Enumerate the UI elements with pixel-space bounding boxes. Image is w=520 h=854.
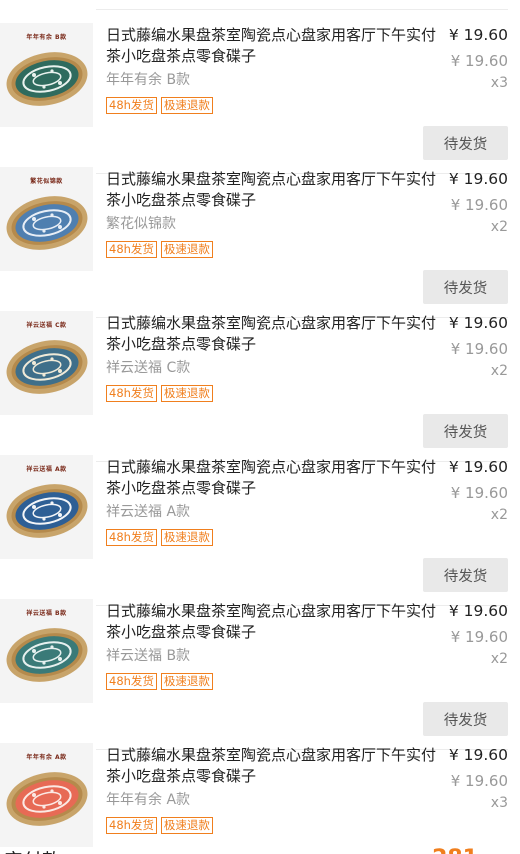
plate-image <box>6 772 88 826</box>
service-tags: 48h发货 极速退款 <box>106 529 213 546</box>
order-item[interactable]: 繁花似锦款 日式藤编水果盘茶室陶瓷点心盘家用客厅下午实付茶小吃盘茶点零食碟子 ¥ 1… <box>0 157 520 318</box>
order-item[interactable]: 祥云送福 A款 日式藤编水果盘茶室陶瓷点心盘家用客厅下午实付茶小吃盘茶点零食碟子 ¥… <box>0 445 520 606</box>
status-button[interactable]: 待发货 <box>423 558 508 592</box>
order-item[interactable]: 祥云送福 B款 日式藤编水果盘茶室陶瓷点心盘家用客厅下午实付茶小吃盘茶点零食碟子 ¥… <box>0 589 520 750</box>
service-tags: 48h发货 极速退款 <box>106 97 213 114</box>
original-price: ¥ 19.60 <box>450 772 508 790</box>
variant-label: 年年有余 A款 <box>106 792 191 808</box>
price: ¥ 19.60 <box>448 26 508 44</box>
quantity: x2 <box>490 363 508 379</box>
quantity: x2 <box>490 507 508 523</box>
product-thumbnail[interactable]: 年年有余 B款 <box>0 23 93 127</box>
product-title[interactable]: 日式藤编水果盘茶室陶瓷点心盘家用客厅下午实付茶小吃盘茶点零食碟子 <box>106 601 441 643</box>
variant-label: 祥云送福 A款 <box>106 504 191 520</box>
original-price: ¥ 19.60 <box>450 484 508 502</box>
service-tag: 48h发货 <box>106 385 157 402</box>
original-price: ¥ 19.60 <box>450 196 508 214</box>
service-tag: 48h发货 <box>106 529 157 546</box>
original-price: ¥ 19.60 <box>450 340 508 358</box>
status-button[interactable]: 待发货 <box>423 270 508 304</box>
product-title[interactable]: 日式藤编水果盘茶室陶瓷点心盘家用客厅下午实付茶小吃盘茶点零食碟子 <box>106 25 441 67</box>
service-tag: 48h发货 <box>106 817 157 834</box>
service-tag: 48h发货 <box>106 241 157 258</box>
quantity: x2 <box>490 219 508 235</box>
plate-image <box>6 484 88 538</box>
product-thumbnail[interactable]: 年年有余 A款 <box>0 743 93 847</box>
plate-image <box>6 628 88 682</box>
product-title[interactable]: 日式藤编水果盘茶室陶瓷点心盘家用客厅下午实付茶小吃盘茶点零食碟子 <box>106 313 441 355</box>
price: ¥ 19.60 <box>448 458 508 476</box>
thumbnail-label: 祥云送福 C款 <box>26 322 67 329</box>
service-tag: 极速退款 <box>160 385 213 402</box>
order-item[interactable]: 年年有余 B款 日式藤编水果盘茶室陶瓷点心盘家用客厅下午实付茶小吃盘茶点零食碟子 ¥… <box>0 13 520 174</box>
divider <box>96 9 508 10</box>
thumbnail-label: 年年有余 B款 <box>26 34 67 41</box>
order-item[interactable]: 祥云送福 C款 日式藤编水果盘茶室陶瓷点心盘家用客厅下午实付茶小吃盘茶点零食碟子 ¥… <box>0 301 520 462</box>
variant-label: 年年有余 B款 <box>106 72 191 88</box>
service-tags: 48h发货 极速退款 <box>106 385 213 402</box>
status-button[interactable]: 待发货 <box>423 702 508 736</box>
product-thumbnail[interactable]: 祥云送福 B款 <box>0 599 93 703</box>
plate-image <box>6 196 88 250</box>
service-tag: 极速退款 <box>160 97 213 114</box>
service-tag: 极速退款 <box>160 817 213 834</box>
service-tag: 48h发货 <box>106 97 157 114</box>
plate-image <box>6 340 88 394</box>
payment-footer: 实付款 281 <box>0 836 520 854</box>
original-price: ¥ 19.60 <box>450 628 508 646</box>
plate-image <box>6 52 88 106</box>
price: ¥ 19.60 <box>448 170 508 188</box>
product-thumbnail[interactable]: 繁花似锦款 <box>0 167 93 271</box>
original-price: ¥ 19.60 <box>450 52 508 70</box>
thumbnail-label: 繁花似锦款 <box>30 178 63 185</box>
price: ¥ 19.60 <box>448 602 508 620</box>
price: ¥ 19.60 <box>448 314 508 332</box>
product-title[interactable]: 日式藤编水果盘茶室陶瓷点心盘家用客厅下午实付茶小吃盘茶点零食碟子 <box>106 457 441 499</box>
thumbnail-label: 年年有余 A款 <box>26 754 67 761</box>
product-title[interactable]: 日式藤编水果盘茶室陶瓷点心盘家用客厅下午实付茶小吃盘茶点零食碟子 <box>106 169 441 211</box>
thumbnail-label: 祥云送福 B款 <box>26 610 67 617</box>
service-tag: 极速退款 <box>160 529 213 546</box>
service-tag: 极速退款 <box>160 241 213 258</box>
price: ¥ 19.60 <box>448 746 508 764</box>
variant-label: 祥云送福 C款 <box>106 360 191 376</box>
variant-label: 祥云送福 B款 <box>106 648 191 664</box>
status-button[interactable]: 待发货 <box>423 126 508 160</box>
status-button[interactable]: 待发货 <box>423 414 508 448</box>
product-thumbnail[interactable]: 祥云送福 A款 <box>0 455 93 559</box>
footer-total: 281 <box>432 846 478 854</box>
footer-label: 实付款 <box>4 846 61 854</box>
quantity: x3 <box>490 795 508 811</box>
service-tag: 极速退款 <box>160 673 213 690</box>
quantity: x2 <box>490 651 508 667</box>
variant-label: 繁花似锦款 <box>106 216 176 232</box>
product-title[interactable]: 日式藤编水果盘茶室陶瓷点心盘家用客厅下午实付茶小吃盘茶点零食碟子 <box>106 745 441 787</box>
service-tag: 48h发货 <box>106 673 157 690</box>
quantity: x3 <box>490 75 508 91</box>
thumbnail-label: 祥云送福 A款 <box>26 466 67 473</box>
product-thumbnail[interactable]: 祥云送福 C款 <box>0 311 93 415</box>
service-tags: 48h发货 极速退款 <box>106 673 213 690</box>
service-tags: 48h发货 极速退款 <box>106 241 213 258</box>
service-tags: 48h发货 极速退款 <box>106 817 213 834</box>
